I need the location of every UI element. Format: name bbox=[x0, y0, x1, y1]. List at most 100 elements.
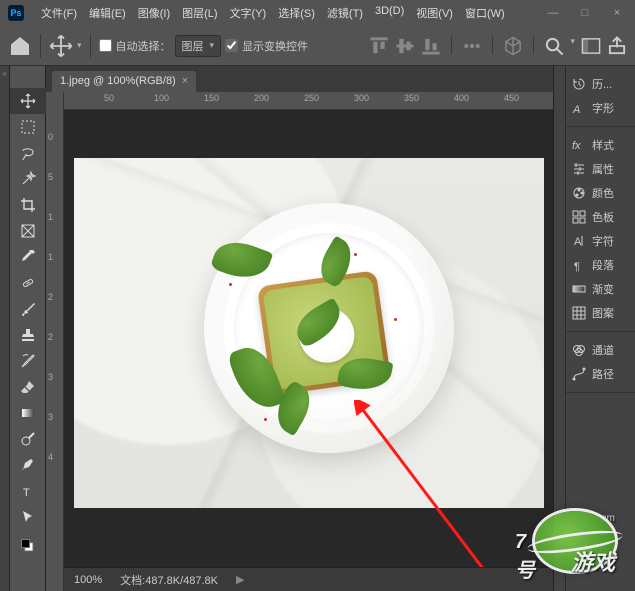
close-tab-icon[interactable]: × bbox=[182, 75, 188, 87]
panel-character[interactable]: A字符 bbox=[570, 229, 631, 253]
panel-label: 样式 bbox=[592, 137, 614, 153]
panel-swatches[interactable]: 色板 bbox=[570, 205, 631, 229]
menu-select[interactable]: 选择(S) bbox=[273, 3, 320, 23]
show-transform-input[interactable] bbox=[225, 39, 238, 52]
auto-select-checkbox[interactable]: 自动选择： bbox=[99, 38, 171, 54]
rulers-canvas: 0 5 1 1 2 2 3 3 4 50 100 150 200 250 300… bbox=[46, 92, 553, 591]
show-transform-label: 显示变换控件 bbox=[242, 38, 308, 54]
crop-tool[interactable] bbox=[10, 192, 46, 218]
vertical-ruler[interactable]: 0 5 1 1 2 2 3 3 4 bbox=[46, 92, 64, 591]
lasso-tool[interactable] bbox=[10, 140, 46, 166]
healing-tool[interactable] bbox=[10, 270, 46, 296]
search-icon[interactable] bbox=[544, 36, 564, 56]
align-top-icon[interactable] bbox=[369, 36, 389, 56]
pattern-icon bbox=[572, 306, 586, 320]
swatches-icon bbox=[572, 210, 586, 224]
zoom-level[interactable]: 100% bbox=[74, 574, 102, 586]
panel-channels[interactable]: 通道 bbox=[570, 338, 631, 362]
panel-color[interactable]: 颜色 bbox=[570, 181, 631, 205]
path-select-tool[interactable] bbox=[10, 504, 46, 530]
gradient-tool[interactable] bbox=[10, 400, 46, 426]
panel-label: 段落 bbox=[592, 257, 614, 273]
menu-type[interactable]: 文字(Y) bbox=[225, 3, 272, 23]
frame-tool[interactable] bbox=[10, 218, 46, 244]
align-bottom-icon[interactable] bbox=[421, 36, 441, 56]
move-tool[interactable] bbox=[10, 88, 46, 114]
canvas-wrap: 50 100 150 200 250 300 350 400 450 bbox=[64, 92, 553, 591]
status-arrow-icon[interactable]: ▶ bbox=[236, 573, 244, 586]
image-detail bbox=[264, 418, 267, 421]
pen-tool[interactable] bbox=[10, 452, 46, 478]
ruler-tick: 50 bbox=[104, 93, 114, 103]
auto-select-dropdown[interactable]: 图层 ▾ bbox=[175, 35, 222, 57]
panel-properties[interactable]: 属性 bbox=[570, 157, 631, 181]
panel-label: 属性 bbox=[592, 161, 614, 177]
document-tab[interactable]: 1.jpeg @ 100%(RGB/8) × bbox=[52, 71, 196, 92]
align-vcenter-icon[interactable] bbox=[395, 36, 415, 56]
chevron-down-icon[interactable]: ▾ bbox=[77, 40, 82, 51]
show-transform-checkbox[interactable]: 显示变换控件 bbox=[225, 38, 308, 54]
brush-tool[interactable] bbox=[10, 296, 46, 322]
3d-mode-icon[interactable] bbox=[503, 36, 523, 56]
menu-window[interactable]: 窗口(W) bbox=[460, 3, 510, 23]
panel-glyphs[interactable]: A 字形 bbox=[570, 96, 631, 120]
marquee-tool[interactable] bbox=[10, 114, 46, 140]
panel-label: 历... bbox=[592, 76, 612, 92]
document-image[interactable] bbox=[74, 158, 544, 508]
menu-image[interactable]: 图像(I) bbox=[133, 3, 175, 23]
dodge-tool[interactable] bbox=[10, 426, 46, 452]
canvas-background[interactable] bbox=[64, 110, 553, 567]
color-swatch-tool[interactable] bbox=[10, 530, 46, 562]
menu-layer[interactable]: 图层(L) bbox=[177, 3, 222, 23]
canvas-area: 1.jpeg @ 100%(RGB/8) × 0 5 1 1 2 2 3 3 4… bbox=[46, 66, 553, 591]
ruler-tick: 400 bbox=[454, 93, 469, 103]
separator bbox=[451, 36, 452, 54]
panel-label: 字形 bbox=[592, 100, 614, 116]
menu-view[interactable]: 视图(V) bbox=[411, 3, 458, 23]
svg-text:¶: ¶ bbox=[574, 261, 580, 272]
more-align-icon[interactable] bbox=[462, 36, 482, 56]
panel-label: 字符 bbox=[592, 233, 614, 249]
panel-label: 路径 bbox=[592, 366, 614, 382]
wand-tool[interactable] bbox=[10, 166, 46, 192]
history-icon bbox=[572, 77, 586, 91]
panel-gradient[interactable]: 渐变 bbox=[570, 277, 631, 301]
ruler-tick: 200 bbox=[254, 93, 269, 103]
panel-styles[interactable]: fx样式 bbox=[570, 133, 631, 157]
menu-file[interactable]: 文件(F) bbox=[36, 3, 82, 23]
eraser-tool[interactable] bbox=[10, 374, 46, 400]
panel-paths[interactable]: 路径 bbox=[570, 362, 631, 386]
panel-group-1: 历... A 字形 bbox=[566, 66, 635, 127]
right-rail bbox=[553, 66, 565, 591]
panel-paragraph[interactable]: ¶ 段落 bbox=[570, 253, 631, 277]
home-button[interactable] bbox=[8, 34, 32, 58]
chevron-down-icon[interactable]: ▾ bbox=[570, 36, 575, 56]
eyedropper-tool[interactable] bbox=[10, 244, 46, 270]
auto-select-input[interactable] bbox=[99, 39, 112, 52]
expand-handle-icon[interactable]: » bbox=[2, 72, 6, 76]
color-icon bbox=[572, 186, 586, 200]
ruler-tick: 4 bbox=[48, 452, 53, 462]
svg-text:A: A bbox=[572, 104, 580, 115]
history-brush-tool[interactable] bbox=[10, 348, 46, 374]
alignment-icons: ▾ bbox=[369, 36, 627, 56]
ruler-tick: 5 bbox=[48, 172, 53, 182]
maximize-button[interactable]: □ bbox=[575, 7, 595, 19]
panel-pattern[interactable]: 图案 bbox=[570, 301, 631, 325]
menu-edit[interactable]: 编辑(E) bbox=[84, 3, 131, 23]
ruler-tick: 100 bbox=[154, 93, 169, 103]
horizontal-ruler[interactable]: 50 100 150 200 250 300 350 400 450 bbox=[64, 92, 553, 110]
left-rail: » bbox=[0, 66, 10, 591]
close-button[interactable]: × bbox=[607, 7, 627, 19]
minimize-button[interactable]: — bbox=[543, 7, 563, 19]
share-icon[interactable] bbox=[607, 36, 627, 56]
move-tool-indicator[interactable] bbox=[49, 34, 73, 58]
doc-size[interactable]: 文档:487.8K/487.8K bbox=[120, 572, 218, 588]
type-tool[interactable]: T bbox=[10, 478, 46, 504]
document-tab-title: 1.jpeg @ 100%(RGB/8) bbox=[60, 75, 176, 87]
stamp-tool[interactable] bbox=[10, 322, 46, 348]
panel-history[interactable]: 历... bbox=[570, 72, 631, 96]
menu-filter[interactable]: 滤镜(T) bbox=[322, 3, 368, 23]
workspace-icon[interactable] bbox=[581, 36, 601, 56]
menu-3d[interactable]: 3D(D) bbox=[370, 3, 409, 23]
